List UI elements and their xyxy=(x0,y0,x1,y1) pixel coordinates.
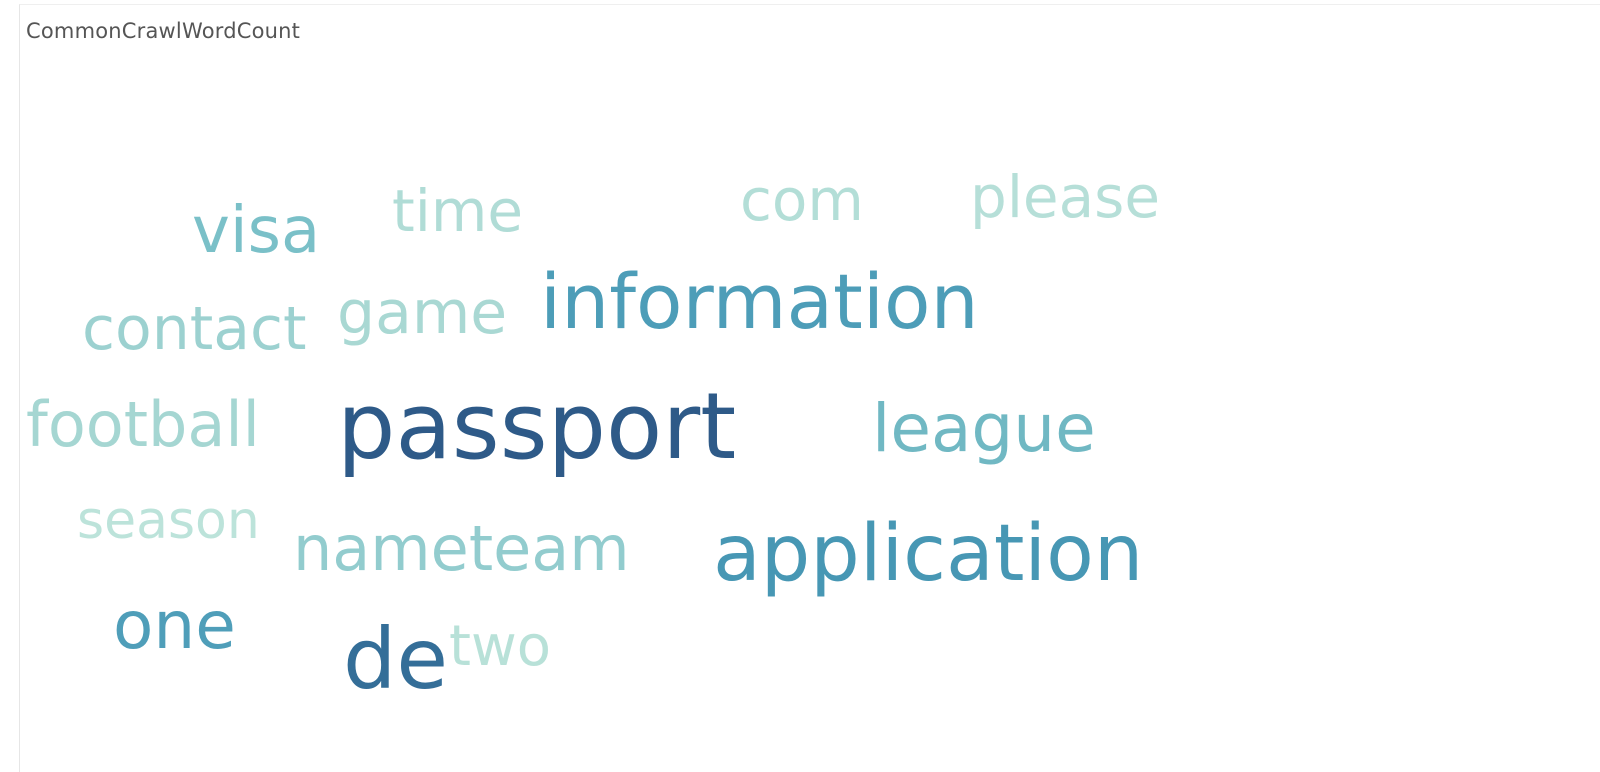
word-league[interactable]: league xyxy=(872,390,1096,467)
word-passport[interactable]: passport xyxy=(337,373,736,480)
word-contact[interactable]: contact xyxy=(82,294,307,364)
word-application[interactable]: application xyxy=(713,509,1143,599)
word-football[interactable]: football xyxy=(26,388,260,461)
word-season[interactable]: season xyxy=(77,491,260,551)
word-please[interactable]: please xyxy=(970,163,1160,231)
word-de[interactable]: de xyxy=(343,610,448,708)
word-nameteam[interactable]: nameteam xyxy=(293,512,630,585)
word-cloud: passport de application information one leagu… xyxy=(26,163,1160,708)
word-visa[interactable]: visa xyxy=(192,194,320,268)
word-one[interactable]: one xyxy=(113,587,236,664)
word-game[interactable]: game xyxy=(337,278,507,348)
word-two[interactable]: two xyxy=(449,614,551,679)
word-information[interactable]: information xyxy=(540,257,979,346)
word-time[interactable]: time xyxy=(392,177,523,245)
word-com[interactable]: com xyxy=(740,166,864,234)
